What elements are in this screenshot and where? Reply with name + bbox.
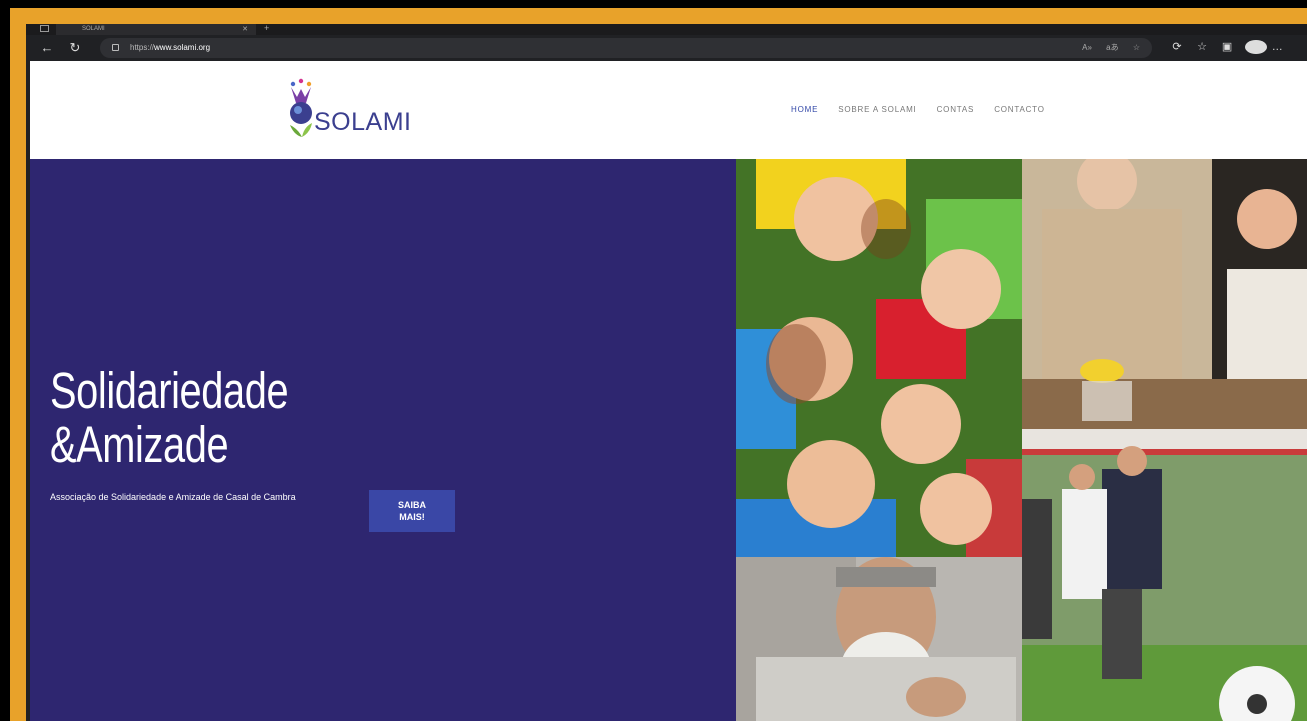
- collections-icon[interactable]: ▣: [1216, 40, 1238, 53]
- favorites-icon[interactable]: ☆: [1191, 40, 1213, 53]
- address-bar[interactable]: https://www.solami.org A» aあ ☆: [100, 38, 1152, 58]
- url-prefix: https://: [130, 43, 155, 52]
- new-tab-icon[interactable]: +: [264, 24, 269, 33]
- orange-border-left: [10, 8, 26, 721]
- tab-bar: SOLAMI ✕ +: [26, 24, 1307, 35]
- solami-logo[interactable]: SOLAMI: [284, 77, 424, 143]
- browser-toolbar: ← ↻ https://www.solami.org A» aあ ☆ ⟳ ☆ ▣…: [26, 35, 1307, 61]
- button-line2: MAIS!: [399, 512, 425, 522]
- saiba-mais-button[interactable]: SAIBA MAIS!: [369, 490, 455, 532]
- close-tab-icon[interactable]: ✕: [242, 24, 248, 35]
- site-header: SOLAMI HOME SOBRE A SOLAMI CONTAS CONTAC…: [30, 61, 1307, 159]
- url-host: www.solami.org: [154, 43, 211, 52]
- photo-collage: [736, 159, 1307, 721]
- window-menu-icon[interactable]: [40, 25, 49, 32]
- browser-tab[interactable]: SOLAMI ✕: [56, 24, 256, 35]
- old-man-photo: [736, 557, 1022, 721]
- browser-window: SOLAMI ✕ + ← ↻ https://www.solami.org A»…: [26, 24, 1307, 721]
- extensions-icon[interactable]: ⟳: [1166, 40, 1188, 53]
- profile-avatar[interactable]: [1241, 40, 1268, 55]
- logo-text: SOLAMI: [314, 108, 412, 136]
- main-nav: HOME SOBRE A SOLAMI CONTAS CONTACTO: [791, 105, 1062, 114]
- web-page: SOLAMI HOME SOBRE A SOLAMI CONTAS CONTAC…: [30, 61, 1307, 721]
- football-photo: [1022, 429, 1307, 721]
- hero-title-line1: Solidariedade: [50, 362, 289, 419]
- refresh-icon[interactable]: ↻: [66, 39, 84, 57]
- lock-icon: [112, 44, 119, 51]
- button-line1: SAIBA: [397, 500, 426, 510]
- back-arrow-icon[interactable]: ←: [38, 39, 56, 57]
- nav-contacto[interactable]: CONTACTO: [994, 105, 1045, 114]
- women-baking-photo: [1022, 159, 1307, 429]
- nav-contas[interactable]: CONTAS: [937, 105, 975, 114]
- nav-sobre[interactable]: SOBRE A SOLAMI: [838, 105, 916, 114]
- tab-title: SOLAMI: [82, 26, 105, 32]
- orange-border-top: [10, 8, 1307, 24]
- hero-title: Solidariedade &Amizade: [50, 362, 289, 473]
- read-aloud-icon[interactable]: A»: [1082, 43, 1092, 52]
- children-photo: [736, 159, 1022, 557]
- more-menu-icon[interactable]: …: [1266, 41, 1288, 53]
- nav-home[interactable]: HOME: [791, 105, 818, 114]
- translate-icon[interactable]: aあ: [1106, 43, 1118, 52]
- hero-title-line2: &Amizade: [50, 416, 229, 473]
- favorite-add-icon[interactable]: ☆: [1133, 43, 1140, 52]
- hero-section: Solidariedade &Amizade Associação de Sol…: [30, 159, 736, 721]
- hero-subtitle: Associação de Solidariedade e Amizade de…: [50, 492, 296, 502]
